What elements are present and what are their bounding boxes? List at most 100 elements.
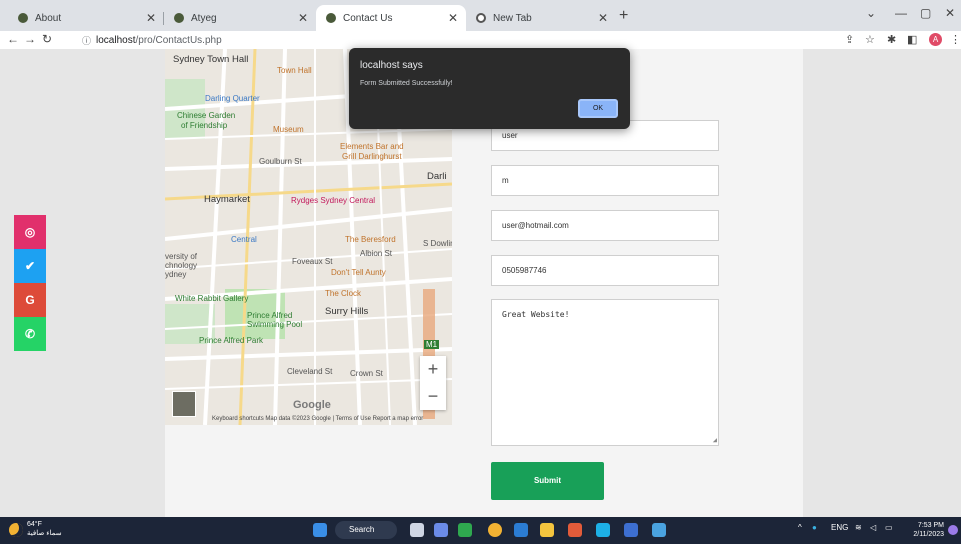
windows-taskbar: 64°F سماء صافية Search ^ ● ENG ≋ ◁ ▭ 7:5… [0, 517, 961, 544]
google-logo: Google [293, 399, 331, 411]
notification-icon[interactable] [948, 525, 958, 535]
map-label: Chinese Garden [177, 111, 236, 120]
message-textarea[interactable]: Great Website! ◢ [491, 299, 719, 446]
second-field[interactable]: m [491, 165, 719, 196]
office-icon[interactable] [568, 523, 582, 537]
map-label: Grill Darlinghurst [342, 152, 402, 161]
google-icon[interactable]: G [14, 283, 46, 317]
start-windows-icon[interactable] [313, 523, 327, 537]
tray-app-icon[interactable]: ● [812, 523, 817, 532]
close-tab-icon[interactable]: ✕ [298, 11, 308, 25]
map-label: Central [231, 235, 257, 244]
weather-text: سماء صافية [27, 530, 62, 537]
instagram-icon[interactable]: ◎ [14, 215, 46, 249]
satellite-toggle[interactable] [172, 391, 196, 417]
email-field[interactable]: user@hotmail.com [491, 210, 719, 241]
phone-field[interactable]: 0505987746 [491, 255, 719, 286]
map-label: Town Hall [277, 66, 312, 75]
url-path: /pro/ContactUs.php [135, 34, 222, 46]
map-label: Rydges Sydney Central [291, 196, 376, 205]
browser-tab-strip: About ✕ Atyeg ✕ Contact Us ✕ New Tab ✕ +… [0, 0, 961, 31]
resize-grip-icon[interactable]: ◢ [713, 436, 717, 444]
extensions-icon[interactable]: ✱ [887, 33, 896, 46]
vscode-icon[interactable] [624, 523, 638, 537]
tab-title: About [35, 12, 62, 24]
map-label: Darling Quarter [205, 94, 260, 103]
map-label: Museum [273, 125, 304, 134]
email-field-value: user@hotmail.com [502, 221, 569, 230]
browser-toolbar: ← → ↻ ⓘ localhost/pro/ContactUs.php ⇪ ☆ … [0, 31, 961, 49]
battery-icon[interactable]: ▭ [885, 523, 893, 532]
xampp-icon[interactable] [596, 523, 610, 537]
chrome-taskbar-icon[interactable] [488, 523, 502, 537]
back-icon[interactable]: ← [7, 32, 19, 46]
tab-about[interactable]: About ✕ [8, 5, 164, 31]
reload-icon[interactable]: ↻ [42, 32, 52, 46]
weather-widget[interactable]: 64°F سماء صافية [27, 520, 62, 538]
chat-icon[interactable] [434, 523, 448, 537]
task-view-icon[interactable] [410, 523, 424, 537]
map-zoom-controls: + − [420, 356, 446, 410]
map-label: Haymarket [204, 194, 250, 205]
map-label: Albion St [360, 249, 393, 258]
file-explorer-icon[interactable] [540, 523, 554, 537]
profile-avatar[interactable]: A [929, 33, 942, 46]
alert-dialog: localhost says Form Submitted Successful… [349, 48, 630, 129]
close-tab-icon[interactable]: ✕ [146, 11, 156, 25]
app-icon[interactable] [458, 523, 472, 537]
taskbar-search[interactable]: Search [335, 521, 397, 539]
forward-icon[interactable]: → [24, 32, 36, 46]
motorway-shield: M1 [424, 340, 440, 349]
close-tab-icon[interactable]: ✕ [448, 11, 458, 25]
tab-atyeg[interactable]: Atyeg ✕ [164, 5, 316, 31]
wifi-icon[interactable]: ≋ [855, 523, 862, 532]
map-label: ydney [165, 270, 187, 279]
volume-icon[interactable]: ◁ [870, 523, 876, 532]
map-label: versity of [165, 252, 198, 261]
close-tab-icon[interactable]: ✕ [598, 11, 608, 25]
tab-new-tab[interactable]: New Tab ✕ [466, 5, 616, 31]
map-label: White Rabbit Gallery [175, 294, 249, 303]
second-field-value: m [502, 176, 509, 185]
tab-contact-us[interactable]: Contact Us ✕ [316, 5, 466, 31]
twitter-icon[interactable]: ✔ [14, 249, 46, 283]
clock[interactable]: 7:53 PM 2/11/2023 [906, 521, 944, 539]
show-hidden-icons-chevron-icon[interactable]: ^ [798, 523, 802, 532]
alert-title: localhost says [360, 60, 423, 71]
chrome-icon [476, 13, 486, 23]
ok-button[interactable]: OK [578, 99, 618, 118]
tab-title: New Tab [493, 12, 532, 24]
map-label: Crown St [350, 369, 383, 378]
map-footer: Keyboard shortcuts Map data ©2023 Google… [212, 416, 424, 422]
tab-title: Atyeg [191, 12, 217, 24]
new-tab-plus-icon[interactable]: + [619, 7, 628, 25]
edge-icon[interactable] [514, 523, 528, 537]
whatsapp-icon[interactable]: ✆ [14, 317, 46, 351]
map-label: Elements Bar and [340, 142, 404, 151]
maximize-icon[interactable]: ▢ [920, 6, 931, 20]
map-label: Foveaux St [292, 257, 333, 266]
map-label: Prince Alfred Park [199, 336, 264, 345]
map-label: The Clock [325, 289, 362, 298]
map-label: chnology [165, 261, 198, 270]
map-label: Swimming Pool [247, 320, 303, 329]
site-info-icon[interactable]: ⓘ [82, 34, 91, 47]
side-panel-icon[interactable]: ◧ [907, 33, 917, 46]
weather-moon-icon[interactable] [9, 523, 23, 537]
minimize-icon[interactable]: — [895, 6, 907, 20]
message-value: Great Website! [502, 310, 570, 319]
share-icon[interactable]: ⇪ [845, 33, 854, 46]
photos-icon[interactable] [652, 523, 666, 537]
close-window-icon[interactable]: ✕ [945, 6, 955, 20]
tab-search-chevron-icon[interactable]: ⌄ [866, 6, 876, 20]
submit-button[interactable]: Submit [491, 462, 604, 500]
bookmark-star-icon[interactable]: ☆ [865, 33, 875, 46]
menu-kebab-icon[interactable]: ⋮ [950, 33, 961, 46]
phone-field-value: 0505987746 [502, 266, 547, 275]
alert-message: Form Submitted Successfully! [360, 80, 453, 87]
address-bar[interactable]: ⓘ localhost/pro/ContactUs.php [82, 32, 842, 48]
zoom-out-icon[interactable]: − [420, 383, 446, 410]
map-label: Surry Hills [325, 306, 369, 317]
language-indicator[interactable]: ENG [831, 523, 848, 532]
zoom-in-icon[interactable]: + [420, 356, 446, 383]
